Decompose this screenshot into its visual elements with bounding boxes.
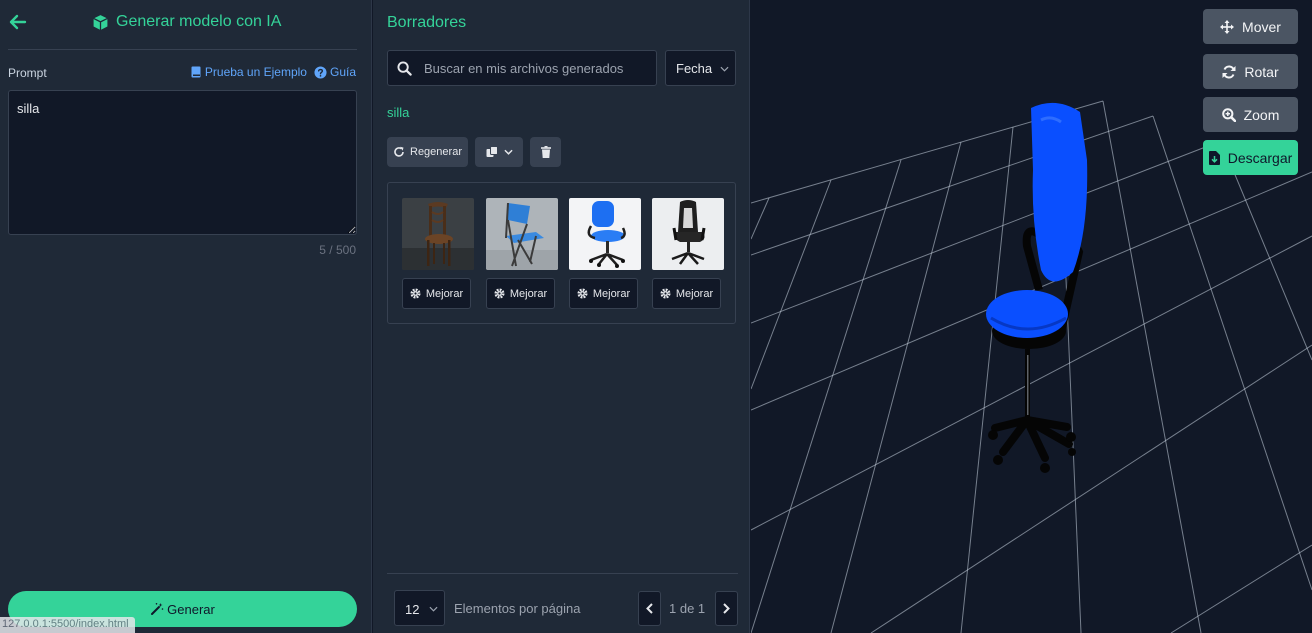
copy-menu-button[interactable] [475,137,523,167]
drafts-title: Borradores [387,14,467,31]
thumbnail-image-folding-chair[interactable] [486,198,558,270]
left-panel: Generar modelo con IA Prompt Prueba un E… [0,0,372,633]
model-viewer[interactable]: Mover Rotar Zoom Descargar [751,0,1312,633]
search-input[interactable] [424,51,654,85]
thumbnail-image-gaming-chair[interactable] [652,198,724,270]
char-counter: 5 / 500 [319,243,356,257]
copy-icon [486,146,498,157]
move-button[interactable]: Mover [1203,9,1298,44]
download-button[interactable]: Descargar [1203,140,1298,175]
search-icon [397,61,412,76]
zoom-button-label: Zoom [1243,106,1280,123]
arrow-left-icon[interactable] [8,12,28,32]
next-page-button[interactable] [715,591,738,626]
improve-button-label: Mejorar [592,287,631,300]
regenerate-button[interactable]: Regenerar [387,137,468,167]
floor-grid [751,100,1312,633]
regenerate-button-label: Regenerar [410,146,462,158]
improve-button[interactable]: Mejorar [652,278,721,309]
helper-links: Prueba un Ejemplo Guía [190,65,356,79]
example-link[interactable]: Prueba un Ejemplo [190,65,307,79]
question-circle-icon [314,65,327,79]
prompt-input[interactable] [8,90,357,235]
generate-button-label: Generar [167,601,215,617]
page-indicator: 1 de 1 [669,601,706,616]
draft-group-title: silla [387,105,410,120]
improve-button-label: Mejorar [425,287,464,300]
thumbnail-card: Mejorar [652,198,724,309]
left-header: Generar modelo con IA [8,0,357,50]
improve-button-label: Mejorar [675,287,714,300]
rotate-icon [1222,64,1236,79]
chevron-down-icon [503,149,513,155]
book-icon [191,66,201,78]
gear-icon [577,288,588,299]
download-button-label: Descargar [1227,149,1293,166]
sort-select-value: Fecha [676,60,713,76]
delete-button[interactable] [530,137,561,167]
status-bar-url: 127.0.0.1:5500/index.html [0,617,135,633]
thumbnail-card: Mejorar [402,198,474,309]
thumbnail-card: Mejorar [569,198,641,309]
drafts-panel: Borradores Fecha silla Regenerar [373,0,750,633]
per-page-label: Elementos por página [454,601,581,616]
per-page-value: 12 [405,602,420,617]
previous-page-button[interactable] [638,591,661,626]
rotate-button[interactable]: Rotar [1203,54,1298,89]
per-page-select[interactable]: 12 [394,590,445,626]
page-title: Generar modelo con IA [92,13,281,31]
chevron-down-icon [429,606,438,612]
zoom-button[interactable]: Zoom [1203,97,1298,132]
guide-link-label: Guía [329,65,356,79]
improve-button[interactable]: Mejorar [486,278,555,309]
prompt-label: Prompt [8,66,47,80]
trash-icon [540,146,551,158]
gear-icon [494,288,505,299]
thumbnail-image-wooden-chair[interactable] [402,198,474,270]
sort-select[interactable]: Fecha [665,50,736,86]
arrows-move-icon [1220,19,1235,34]
improve-button[interactable]: Mejorar [569,278,638,309]
thumbnail-grid: Mejorar Mejorar Mejorar Mejorar [387,182,736,324]
viewer-scene[interactable] [751,0,1312,633]
cube-icon [93,14,108,30]
move-button-label: Mover [1242,18,1281,35]
zoom-in-icon [1221,107,1236,122]
gear-icon [660,288,671,299]
refresh-icon [394,146,404,157]
example-link-label: Prueba un Ejemplo [204,65,307,79]
thumbnail-card: Mejorar [486,198,558,309]
thumbnail-image-office-chair[interactable] [569,198,641,270]
page-title-text: Generar modelo con IA [116,13,282,30]
rotate-button-label: Rotar [1244,63,1279,80]
search-box [387,50,657,86]
chevron-down-icon [720,66,729,72]
chevron-right-icon [723,603,730,614]
chevron-left-icon [646,603,653,614]
magic-wand-icon [151,603,164,615]
improve-button-label: Mejorar [509,287,548,300]
improve-button[interactable]: Mejorar [402,278,471,309]
gear-icon [410,288,421,299]
pagination-bar: 12 Elementos por página 1 de 1 [387,573,738,633]
file-download-icon [1208,150,1220,165]
guide-link[interactable]: Guía [314,65,356,79]
